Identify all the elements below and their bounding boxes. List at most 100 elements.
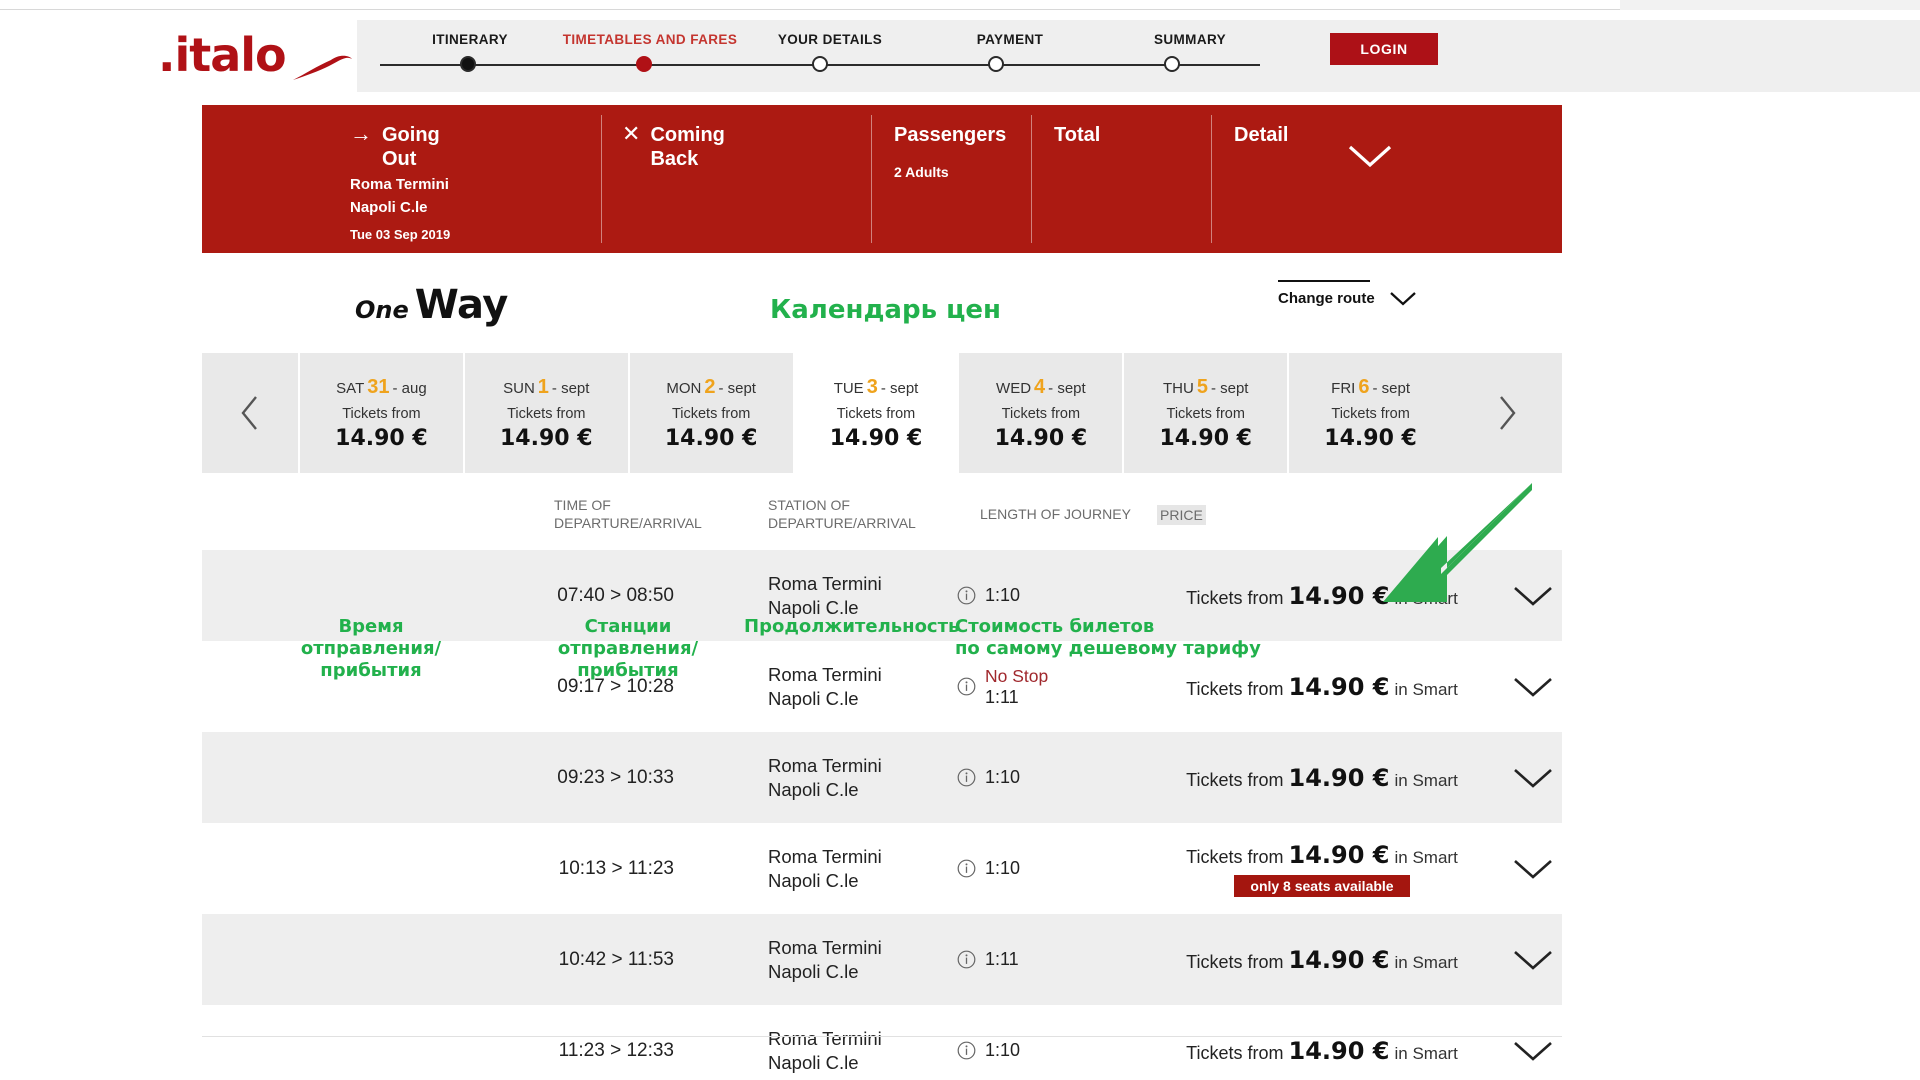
- total-title: Total: [1054, 124, 1101, 146]
- trip-type-prefix: One: [355, 296, 409, 324]
- calendar-day-sun-1[interactable]: SUN 1- sept Tickets from 14.90 €: [462, 353, 628, 473]
- row-duration: 1:11: [985, 949, 1019, 969]
- row-price-suffix: in Smart: [1394, 952, 1458, 972]
- calendar-dow: FRI: [1331, 379, 1356, 397]
- annotation-time-of-departure-arrival: Время отправления/прибытия: [300, 616, 442, 681]
- change-route-chevron-down-icon[interactable]: [1389, 290, 1417, 307]
- row-price-value: 14.90 €: [1288, 945, 1390, 974]
- calendar-next-button[interactable]: [1452, 353, 1563, 473]
- calendar-price: 14.90 €: [994, 425, 1088, 451]
- summary-detail[interactable]: Detail: [1212, 105, 1562, 253]
- calendar-tickets-from-label: Tickets from: [1331, 405, 1410, 422]
- step-label-itinerary[interactable]: ITINERARY: [380, 32, 560, 47]
- going-out-title-row: → Going Out: [350, 123, 602, 171]
- checkout-stepper: ITINERARY TIMETABLES AND FARES YOUR DETA…: [380, 32, 1280, 80]
- table-row[interactable]: 10:42 > 11:53 Roma Termini Napoli C.le 1…: [202, 914, 1562, 1005]
- step-label-summary[interactable]: SUMMARY: [1100, 32, 1280, 47]
- summary-passengers[interactable]: Passengers 2 Adults: [872, 105, 1032, 253]
- calendar-day-line: MON 2- sept: [666, 376, 756, 399]
- change-route-underline: [1278, 280, 1370, 282]
- calendar-day-line: THU 5- sept: [1163, 376, 1248, 399]
- calendar-month: - sept: [551, 379, 590, 397]
- row-expand-chevron-down-icon[interactable]: [1512, 948, 1554, 972]
- calendar-price: 14.90 €: [500, 425, 593, 451]
- row-length-stack: No Stop 1:11: [985, 666, 1048, 708]
- summary-coming-back[interactable]: ✕ Coming Back: [602, 105, 872, 253]
- calendar-day-tue-3[interactable]: TUE 3- sept Tickets from 14.90 €: [792, 353, 958, 473]
- step-label-your-details[interactable]: YOUR DETAILS: [740, 32, 920, 47]
- arrow-right-icon: →: [350, 121, 372, 146]
- info-circle-icon[interactable]: [957, 859, 976, 878]
- row-length-stack: 1:10: [985, 585, 1020, 606]
- calendar-day-sat-31[interactable]: SAT 31- aug Tickets from 14.90 €: [298, 353, 463, 473]
- row-duration: 1:11: [985, 686, 1019, 707]
- calendar-price: 14.90 €: [1159, 425, 1252, 451]
- step-dot-payment[interactable]: [988, 56, 1004, 72]
- calendar-dow: SUN: [503, 379, 535, 397]
- change-route-control[interactable]: Change route: [1278, 280, 1417, 307]
- info-circle-icon[interactable]: [957, 950, 976, 969]
- info-circle-icon[interactable]: [957, 677, 976, 696]
- browser-top-strip-right: [1620, 0, 1920, 10]
- row-expand-chevron-down-icon[interactable]: [1512, 675, 1554, 699]
- stepper-labels: ITINERARY TIMETABLES AND FARES YOUR DETA…: [380, 32, 1280, 47]
- summary-going-out[interactable]: → Going Out Roma Termini Napoli C.le Tue…: [202, 105, 602, 253]
- step-dot-slot-your-details: [732, 56, 908, 74]
- row-price-prefix: Tickets from: [1186, 951, 1284, 972]
- calendar-price: 14.90 €: [1324, 425, 1417, 451]
- annotation-duration: Продолжительность: [744, 616, 960, 637]
- info-circle-icon[interactable]: [957, 768, 976, 787]
- calendar-month: - sept: [1372, 379, 1410, 397]
- row-time: 09:23 > 10:33: [557, 766, 674, 788]
- calendar-day-thu-5[interactable]: THU 5- sept Tickets from 14.90 €: [1122, 353, 1288, 473]
- row-length-stack: 1:11: [985, 949, 1019, 970]
- calendar-day-line: TUE 3- sept: [834, 376, 919, 399]
- page-root: .italo ITINERARY TIMETABLES AND FARES YO…: [0, 0, 1920, 1080]
- calendar-daynum: 3: [866, 375, 878, 398]
- passengers-title-row: Passengers: [894, 123, 1032, 147]
- table-row[interactable]: 09:23 > 10:33 Roma Termini Napoli C.le 1…: [202, 732, 1562, 823]
- calendar-day-mon-2[interactable]: MON 2- sept Tickets from 14.90 €: [627, 353, 793, 473]
- step-dot-timetables[interactable]: [636, 56, 652, 72]
- info-circle-icon[interactable]: [957, 586, 976, 605]
- calendar-tickets-from-label: Tickets from: [1166, 405, 1245, 422]
- calendar-day-fri-6[interactable]: FRI 6- sept Tickets from 14.90 €: [1287, 353, 1453, 473]
- total-title-row: Total: [1054, 123, 1212, 147]
- login-button[interactable]: LOGIN: [1330, 33, 1438, 65]
- calendar-month: - aug: [392, 379, 427, 397]
- passengers-value: 2 Adults: [894, 164, 949, 180]
- calendar-month: - sept: [1210, 379, 1249, 397]
- going-out-date: Tue 03 Sep 2019: [350, 227, 451, 242]
- detail-chevron-down-icon[interactable]: [1347, 143, 1393, 169]
- calendar-tickets-from-label: Tickets from: [507, 405, 586, 422]
- calendar-day-wed-4[interactable]: WED 4- sept Tickets from 14.90 €: [957, 353, 1123, 473]
- step-dot-slot-summary: [1084, 56, 1260, 74]
- summary-total[interactable]: Total: [1032, 105, 1212, 253]
- row-expand-chevron-down-icon[interactable]: [1512, 766, 1554, 790]
- step-dot-slot-timetables: [556, 56, 732, 74]
- calendar-prev-button[interactable]: [202, 353, 298, 473]
- info-circle-icon[interactable]: [957, 1041, 976, 1060]
- change-route-label: Change route: [1278, 290, 1375, 307]
- table-row[interactable]: 11:23 > 12:33 Roma Termini Napoli C.le 1…: [202, 1005, 1562, 1080]
- column-header-length: LENGTH OF JOURNEY: [980, 506, 1131, 522]
- calendar-dow: WED: [996, 379, 1032, 397]
- italo-logo[interactable]: .italo: [158, 32, 358, 87]
- calendar-daynum: 5: [1196, 375, 1208, 398]
- row-expand-chevron-down-icon[interactable]: [1512, 857, 1554, 881]
- step-dot-itinerary[interactable]: [460, 56, 476, 72]
- row-price: Tickets from 14.90 € in Smart: [1157, 673, 1487, 701]
- table-row[interactable]: 10:13 > 11:23 Roma Termini Napoli C.le 1…: [202, 823, 1562, 914]
- chevron-right-icon: [1500, 396, 1516, 430]
- going-out-origin: Roma Termini: [350, 176, 449, 193]
- step-label-timetables-and-fares[interactable]: TIMETABLES AND FARES: [560, 32, 740, 47]
- row-price-value: 14.90 €: [1288, 763, 1390, 792]
- calendar-dow: THU: [1162, 379, 1194, 397]
- calendar-price: 14.90 €: [664, 425, 758, 451]
- row-length-stack: 1:10: [985, 858, 1020, 879]
- step-label-payment[interactable]: PAYMENT: [920, 32, 1100, 47]
- row-expand-chevron-down-icon[interactable]: [1512, 1039, 1554, 1063]
- step-dot-summary[interactable]: [1164, 56, 1180, 72]
- step-dot-your-details[interactable]: [812, 56, 828, 72]
- bottom-divider: [202, 1036, 1562, 1037]
